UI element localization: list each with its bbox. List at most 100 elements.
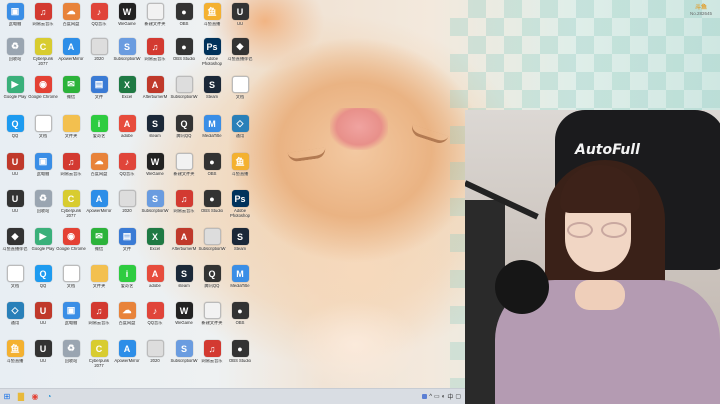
- tray-ime-icon[interactable]: 中: [447, 392, 453, 401]
- desktop-icon[interactable]: U UU: [2, 153, 28, 187]
- desktop-icon[interactable]: ◇ 通用: [2, 302, 28, 336]
- desktop-icon[interactable]: 新建文件夹: [142, 3, 168, 37]
- desktop-icon[interactable]: Ps Adobe Photoshop: [227, 190, 253, 224]
- desktop-icon[interactable]: ▤ 文件: [114, 228, 140, 262]
- desktop-icon[interactable]: i 爱奇艺: [114, 265, 140, 299]
- tray-chevron-icon[interactable]: ^: [429, 394, 432, 400]
- chrome-icon[interactable]: ◉: [28, 390, 42, 404]
- desktop-icon[interactable]: ● OBS: [171, 3, 197, 37]
- tray-notification-icon[interactable]: ▢: [455, 393, 461, 400]
- windows-start-icon[interactable]: ⊞: [0, 390, 14, 404]
- desktop-icon[interactable]: Ps Adobe Photoshop: [199, 38, 225, 72]
- desktop-icon[interactable]: ♫ 网易云音乐: [171, 190, 197, 224]
- desktop-icon[interactable]: i 爱奇艺: [86, 115, 112, 149]
- desktop-icon[interactable]: A ApowerMirror: [114, 340, 140, 374]
- desktop-icon[interactable]: ● OBS: [199, 153, 225, 187]
- desktop-icon[interactable]: ◇ 通用: [227, 115, 253, 149]
- desktop-icon[interactable]: ✉ 微信: [86, 228, 112, 262]
- desktop-icon[interactable]: U UU: [30, 302, 56, 336]
- desktop-icon[interactable]: X Excel: [114, 76, 140, 110]
- desktop-icon[interactable]: ● OBS Studio: [171, 38, 197, 72]
- desktop-icon[interactable]: Q QQ: [30, 265, 56, 299]
- tray-app-icon[interactable]: [422, 394, 428, 399]
- edge-icon[interactable]: ◔: [42, 390, 56, 404]
- desktop-icon[interactable]: Ssteam: [171, 265, 197, 299]
- desktop-icon[interactable]: 新建文件夹: [171, 153, 197, 187]
- desktop-icon[interactable]: ● OBS: [227, 302, 253, 336]
- desktop-icon[interactable]: 2020: [86, 38, 112, 72]
- desktop-icon[interactable]: M MediaTitle: [199, 115, 225, 149]
- tray-network-icon[interactable]: ▭: [434, 393, 440, 400]
- desktop-icon[interactable]: Q 腾讯QQ: [171, 115, 197, 149]
- desktop-icon[interactable]: 鱼斗鱼直播: [2, 340, 28, 374]
- desktop-icon[interactable]: ☁ 百度网盘: [86, 153, 112, 187]
- desktop-icon[interactable]: 文件夹: [86, 265, 112, 299]
- desktop-icon[interactable]: W WeGame: [142, 153, 168, 187]
- desktop-icon[interactable]: ◆ 斗鱼直播伴侣: [227, 38, 253, 72]
- desktop-icon[interactable]: ▣ 此电脑: [58, 302, 84, 336]
- desktop-icon[interactable]: ▤ 文件: [86, 76, 112, 110]
- desktop-icon[interactable]: 文档: [30, 115, 56, 149]
- desktop-icon[interactable]: 文档: [58, 265, 84, 299]
- desktop-icon[interactable]: ♫ 网易云音乐: [58, 153, 84, 187]
- desktop-icon[interactable]: C Cyberpunk 2077: [58, 190, 84, 224]
- desktop-icon[interactable]: Aadobe: [114, 115, 140, 149]
- desktop-icon[interactable]: ▣ 此电脑: [30, 153, 56, 187]
- desktop-icon[interactable]: ◆ 斗鱼直播伴侣: [2, 228, 28, 262]
- desktop-icon[interactable]: S SubscriptionW: [142, 190, 169, 224]
- desktop-icon[interactable]: ☁ 百度网盘: [114, 302, 140, 336]
- desktop-icon[interactable]: W WeGame: [114, 3, 140, 37]
- desktop-icon[interactable]: A ApowerMirror: [58, 38, 84, 72]
- desktop-icon[interactable]: Q 腾讯QQ: [199, 265, 225, 299]
- desktop-icon[interactable]: A AfterburnerM: [171, 228, 197, 262]
- desktop-icon[interactable]: ◉ Google Chrome: [28, 76, 58, 110]
- desktop-icon[interactable]: W WeGame: [171, 302, 197, 336]
- desktop-icon[interactable]: A AfterburnerM: [142, 76, 168, 110]
- desktop-icon[interactable]: U UU: [227, 3, 253, 37]
- desktop-icon[interactable]: U UU: [30, 340, 56, 374]
- desktop-icon[interactable]: ▣ 此电脑: [2, 3, 28, 37]
- file-explorer-icon[interactable]: ▇: [14, 390, 28, 404]
- desktop-icon[interactable]: ♪ QQ音乐: [114, 153, 140, 187]
- desktop-icon[interactable]: S Steam: [227, 228, 253, 262]
- desktop-icon[interactable]: S SubscriptionW: [171, 340, 198, 374]
- desktop-icon[interactable]: ♫ 网易云音乐: [86, 302, 112, 336]
- desktop-icon[interactable]: 新建文件夹: [199, 302, 225, 336]
- desktop-icon[interactable]: ● OBS Studio: [199, 190, 225, 224]
- desktop-icon[interactable]: ♻ 回收站: [30, 190, 56, 224]
- desktop-icon[interactable]: 鱼斗鱼直播: [199, 3, 225, 37]
- desktop-icon[interactable]: 文件夹: [58, 115, 84, 149]
- desktop-icon[interactable]: ☁ 百度网盘: [58, 3, 84, 37]
- desktop-icon[interactable]: M MediaTitle: [227, 265, 253, 299]
- desktop-icon[interactable]: SubscriptionW: [199, 228, 226, 262]
- desktop-icon[interactable]: Aadobe: [142, 265, 168, 299]
- desktop-icon[interactable]: S SubscriptionW: [114, 38, 141, 72]
- desktop-icon[interactable]: S Steam: [199, 76, 225, 110]
- desktop-icon[interactable]: ♫ 网易云音乐: [142, 38, 168, 72]
- desktop-icon[interactable]: 文档: [227, 76, 253, 110]
- desktop-icon[interactable]: ♫ 网易云音乐: [30, 3, 56, 37]
- desktop-icon[interactable]: ◉ Google Chrome: [56, 228, 86, 262]
- desktop-icon[interactable]: ♻ 回收站: [2, 38, 28, 72]
- desktop-icon[interactable]: ♻ 回收站: [58, 340, 84, 374]
- desktop-icon[interactable]: 文档: [2, 265, 28, 299]
- desktop-icon[interactable]: ♪ QQ音乐: [142, 302, 168, 336]
- desktop-icon[interactable]: Ssteam: [142, 115, 168, 149]
- desktop-icon[interactable]: ▶ Google Play: [2, 76, 28, 110]
- desktop-icon[interactable]: U UU: [2, 190, 28, 224]
- desktop-icon[interactable]: ▶ Google Play: [30, 228, 56, 262]
- desktop-icon[interactable]: ♪ QQ音乐: [86, 3, 112, 37]
- desktop-icon[interactable]: ♫ 网易云音乐: [199, 340, 225, 374]
- desktop-icon[interactable]: 2020: [114, 190, 140, 224]
- desktop-icon[interactable]: X Excel: [142, 228, 168, 262]
- desktop-icon[interactable]: ✉ 微信: [58, 76, 84, 110]
- desktop-icon[interactable]: SubscriptionW: [171, 76, 198, 110]
- tray-volume-icon[interactable]: ◐: [442, 394, 446, 400]
- desktop-icon[interactable]: 2020: [142, 340, 168, 374]
- desktop-icon[interactable]: ● OBS Studio: [227, 340, 253, 374]
- desktop-icon[interactable]: C Cyberpunk 2077: [30, 38, 56, 72]
- desktop-icon[interactable]: A ApowerMirror: [86, 190, 112, 224]
- desktop-icon[interactable]: 鱼斗鱼直播: [227, 153, 253, 187]
- desktop-icon[interactable]: C Cyberpunk 2077: [86, 340, 112, 374]
- desktop-icon[interactable]: Q QQ: [2, 115, 28, 149]
